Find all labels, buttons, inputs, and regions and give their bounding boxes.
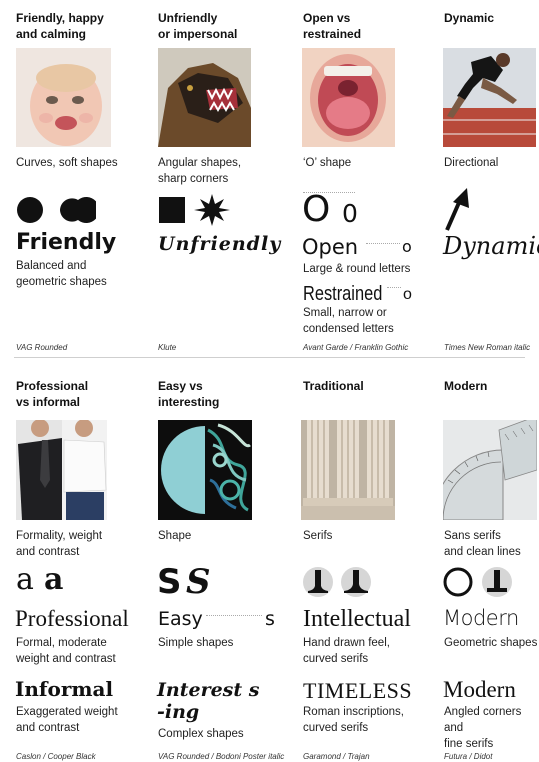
columns-photo <box>301 420 395 520</box>
open-glyph-small: 0 <box>342 199 358 228</box>
easy-desc: Simple shapes <box>158 637 234 649</box>
easy-sample-s: s <box>265 608 275 630</box>
dynamic-feature: Directional <box>444 157 499 169</box>
dog-photo <box>158 48 251 147</box>
open-sample: Open <box>302 235 359 259</box>
timeless-desc: Roman inscriptions, curved serifs <box>303 706 404 734</box>
open-credit: Avant Garde / Franklin Gothic <box>303 343 409 352</box>
traditional-feature: Serifs <box>303 530 333 542</box>
restrained-sample: Restrained <box>303 283 383 305</box>
open-sample-guideline <box>366 243 400 244</box>
intellectual-desc: Hand drawn feel, curved serifs <box>303 637 390 665</box>
intellectual-sample: Intellectual <box>303 606 411 632</box>
mouth-photo <box>302 48 395 147</box>
friendly-heading: Friendly, happy and calming <box>16 11 104 41</box>
dynamic-credit: Times New Roman italic <box>444 343 531 352</box>
modern-desc-2: Angled corners and fine serifs <box>444 706 522 750</box>
traditional-credit: Garamond / Trajan <box>303 752 370 761</box>
modern-sample-2: Modern <box>443 677 516 702</box>
easy-heading: Easy vs interesting <box>158 379 220 409</box>
professional-feature: Formality, weight and contrast <box>16 530 103 558</box>
restrained-desc: Small, narrow or condensed letters <box>303 307 394 335</box>
friendly-sample: Friendly <box>16 230 117 255</box>
suit-photo <box>16 420 107 520</box>
easy-feature: Shape <box>158 530 192 542</box>
interest-sample-ing: -ing <box>157 701 200 723</box>
modern-shapes-icons <box>443 566 515 603</box>
circle-pattern-photo <box>158 420 252 520</box>
friendly-desc: Balanced and geometric shapes <box>16 260 107 288</box>
easy-glyph-s1: S <box>157 562 182 602</box>
modern-credit: Futura / Didot <box>444 752 493 761</box>
sprinter-photo <box>443 48 536 147</box>
restrained-guideline <box>387 287 401 288</box>
professional-glyph-a1: a <box>16 562 34 597</box>
friendly-credit: VAG Rounded <box>16 343 68 352</box>
easy-guideline <box>206 615 262 616</box>
friendly-feature: Curves, soft shapes <box>16 157 118 169</box>
interest-desc: Complex shapes <box>158 728 244 740</box>
open-feature: ‘O’ shape <box>303 157 352 169</box>
open-desc: Large & round letters <box>303 263 411 275</box>
serif-detail-icons <box>302 566 374 603</box>
informal-sample: Informal <box>15 677 114 701</box>
easy-glyph-s2: S <box>186 562 211 602</box>
modern-desc-1: Geometric shapes <box>444 637 538 649</box>
dynamic-sample: Dynamic <box>443 232 539 260</box>
professional-glyph-a2: a <box>44 562 64 597</box>
interest-sample: Interest s <box>157 679 260 701</box>
unfriendly-heading: Unfriendly or impersonal <box>158 11 238 41</box>
modern-heading: Modern <box>444 379 488 393</box>
protractor-photo <box>443 420 537 520</box>
informal-desc: Exaggerated weight and contrast <box>16 706 118 734</box>
unfriendly-sample: Unfriendly <box>158 233 282 255</box>
unfriendly-credit: Klute <box>158 343 177 352</box>
modern-sample-1: Modern <box>443 606 519 630</box>
restrained-sample-o: o <box>403 286 412 303</box>
professional-desc: Formal, moderate weight and contrast <box>16 637 116 665</box>
timeless-sample: TIMELESS <box>303 678 413 703</box>
baby-photo <box>16 48 111 147</box>
professional-credit: Caslon / Cooper Black <box>16 752 96 761</box>
traditional-heading: Traditional <box>303 379 364 393</box>
round-shapes-icon <box>16 194 100 231</box>
easy-credit: VAG Rounded / Bodoni Poster italic <box>158 752 285 761</box>
open-sample-o: o <box>402 237 412 256</box>
open-heading: Open vs restrained <box>303 11 362 41</box>
professional-sample: Professional <box>15 606 129 631</box>
sharp-shapes-icon <box>158 194 230 231</box>
easy-sample: Easy <box>158 608 203 630</box>
section-divider <box>14 357 525 358</box>
modern-feature: Sans serifs and clean lines <box>444 530 521 558</box>
arrow-up-right-icon <box>443 188 471 237</box>
dynamic-heading: Dynamic <box>444 11 495 25</box>
open-glyph-large: O <box>302 189 331 230</box>
professional-heading: Professional vs informal <box>16 379 89 409</box>
unfriendly-feature: Angular shapes, sharp corners <box>158 157 242 185</box>
